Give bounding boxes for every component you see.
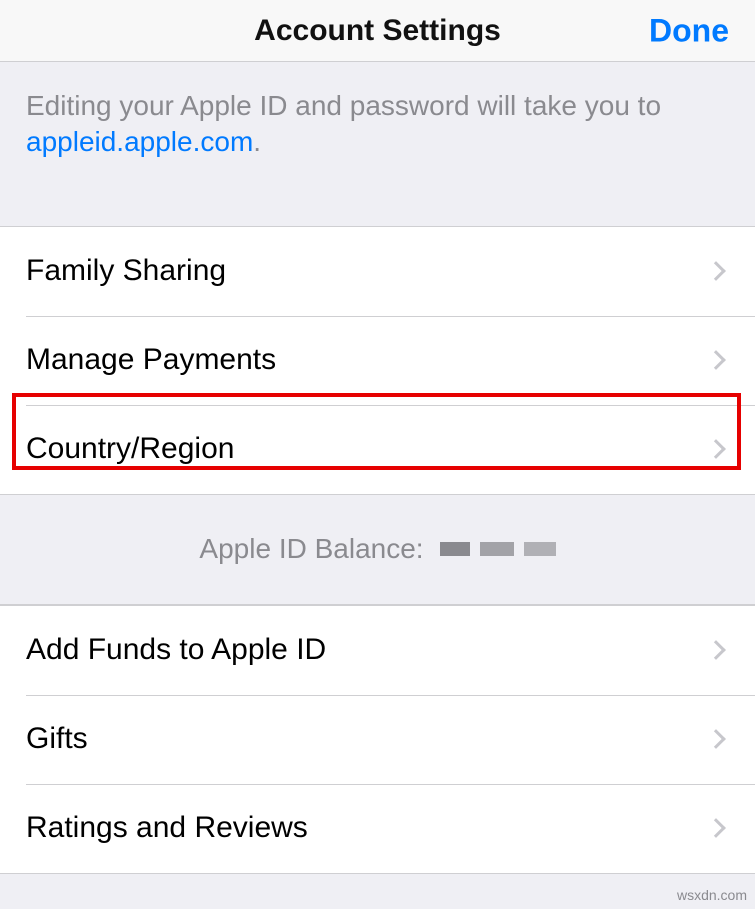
appleid-link[interactable]: appleid.apple.com bbox=[26, 126, 253, 157]
settings-list-1: Family Sharing Manage Payments Country/R… bbox=[0, 226, 755, 495]
chevron-right-icon bbox=[706, 261, 726, 281]
section-spacer bbox=[0, 874, 755, 898]
row-label: Manage Payments bbox=[26, 343, 276, 377]
redacted-value bbox=[524, 542, 556, 556]
chevron-right-icon bbox=[706, 729, 726, 749]
settings-list-2: Add Funds to Apple ID Gifts Ratings and … bbox=[0, 605, 755, 874]
row-label: Family Sharing bbox=[26, 254, 226, 288]
row-label: Add Funds to Apple ID bbox=[26, 633, 326, 667]
chevron-right-icon bbox=[706, 640, 726, 660]
row-label: Country/Region bbox=[26, 432, 234, 466]
info-text-suffix: . bbox=[253, 126, 261, 157]
chevron-right-icon bbox=[706, 350, 726, 370]
chevron-right-icon bbox=[706, 818, 726, 838]
row-manage-payments[interactable]: Manage Payments bbox=[0, 316, 755, 405]
row-label: Ratings and Reviews bbox=[26, 811, 308, 845]
info-text-block: Editing your Apple ID and password will … bbox=[0, 62, 755, 161]
apple-id-balance-row: Apple ID Balance: bbox=[0, 495, 755, 605]
redacted-value bbox=[480, 542, 514, 556]
row-family-sharing[interactable]: Family Sharing bbox=[0, 227, 755, 316]
redacted-value bbox=[440, 542, 470, 556]
done-button[interactable]: Done bbox=[649, 12, 729, 49]
watermark-text: wsxdn.com bbox=[677, 887, 747, 903]
row-gifts[interactable]: Gifts bbox=[0, 695, 755, 784]
row-ratings-reviews[interactable]: Ratings and Reviews bbox=[0, 784, 755, 873]
balance-label: Apple ID Balance: bbox=[199, 533, 423, 565]
header-bar: Account Settings Done bbox=[0, 0, 755, 62]
row-add-funds[interactable]: Add Funds to Apple ID bbox=[0, 606, 755, 695]
info-text-prefix: Editing your Apple ID and password will … bbox=[26, 90, 661, 121]
page-title: Account Settings bbox=[254, 14, 501, 48]
row-country-region[interactable]: Country/Region bbox=[0, 405, 755, 494]
section-spacer bbox=[0, 161, 755, 226]
row-label: Gifts bbox=[26, 722, 88, 756]
chevron-right-icon bbox=[706, 439, 726, 459]
